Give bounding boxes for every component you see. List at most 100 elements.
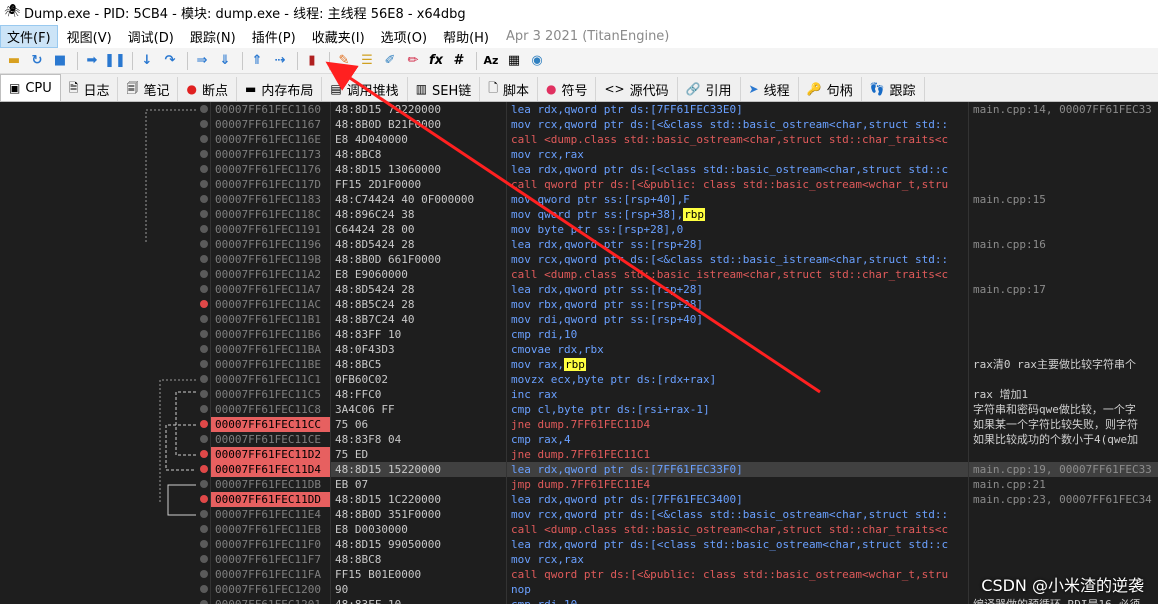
trace-over-icon[interactable]: ⇓: [215, 51, 235, 71]
disassembly-cell[interactable]: mov rax,rbp: [506, 357, 968, 372]
tab-call-stack[interactable]: ▤ 调用堆栈: [322, 77, 408, 101]
tab-seh-chain[interactable]: ▥ SEH链: [407, 77, 481, 101]
log-icon[interactable]: ◉: [527, 51, 547, 71]
address-cell[interactable]: 00007FF61FEC11F0: [210, 537, 330, 552]
calculator-icon[interactable]: ▦: [504, 51, 524, 71]
menu-view[interactable]: 视图(V): [60, 25, 119, 48]
disassembly-cell[interactable]: inc rax: [506, 387, 968, 402]
disassembly-cell[interactable]: jmp dump.7FF61FEC11E4: [506, 477, 968, 492]
comment-cell[interactable]: [968, 147, 1158, 162]
comment-cell[interactable]: [968, 522, 1158, 537]
breakpoint-set-icon[interactable]: [200, 465, 208, 473]
comment-cell[interactable]: main.cpp:17: [968, 282, 1158, 297]
tab-handles[interactable]: 🔑 句柄: [798, 77, 862, 101]
disassembly-cell[interactable]: cmp rax,4: [506, 432, 968, 447]
menu-debug[interactable]: 调试(D): [121, 25, 181, 48]
address-cell[interactable]: 00007FF61FEC1183: [210, 192, 330, 207]
breakpoint-empty-icon[interactable]: [200, 525, 208, 533]
menu-plugins[interactable]: 插件(P): [245, 25, 303, 48]
bytes-cell[interactable]: EB 07: [330, 477, 506, 492]
breakpoint-empty-icon[interactable]: [200, 210, 208, 218]
address-cell[interactable]: 00007FF61FEC11E4: [210, 507, 330, 522]
comment-cell[interactable]: 如果某一个字符比较失败，则字符: [968, 417, 1158, 432]
address-cell[interactable]: 00007FF61FEC11B6: [210, 327, 330, 342]
trace-into-icon[interactable]: ⇒: [192, 51, 212, 71]
breakpoint-empty-icon[interactable]: [200, 405, 208, 413]
disassembly-cell[interactable]: lea rdx,qword ptr ss:[rsp+28]: [506, 237, 968, 252]
disassembly-cell[interactable]: cmp cl,byte ptr ds:[rsi+rax-1]: [506, 402, 968, 417]
comment-cell[interactable]: [968, 162, 1158, 177]
disassembly-cell[interactable]: mov qword ptr ss:[rsp+38],rbp: [506, 207, 968, 222]
bytes-cell[interactable]: 48:8B0D 661F0000: [330, 252, 506, 267]
tab-log[interactable]: 🗎 日志: [60, 77, 119, 101]
breakpoint-set-icon[interactable]: [200, 420, 208, 428]
bytes-cell[interactable]: 75 06: [330, 417, 506, 432]
bytes-cell[interactable]: 48:8B0D B21F0000: [330, 117, 506, 132]
disassembly-cell[interactable]: call <dump.class std::basic_ostream<char…: [506, 522, 968, 537]
breakpoint-empty-icon[interactable]: [200, 180, 208, 188]
bytes-cell[interactable]: 75 ED: [330, 447, 506, 462]
breakpoint-empty-icon[interactable]: [200, 480, 208, 488]
disassembly-cell[interactable]: mov rcx,qword ptr ds:[<&class std::basic…: [506, 117, 968, 132]
address-cell[interactable]: 00007FF61FEC11FA: [210, 567, 330, 582]
comment-cell[interactable]: [968, 252, 1158, 267]
address-cell[interactable]: 00007FF61FEC11C1: [210, 372, 330, 387]
disassembly-cell[interactable]: movzx ecx,byte ptr ds:[rdx+rax]: [506, 372, 968, 387]
address-cell[interactable]: 00007FF61FEC119B: [210, 252, 330, 267]
comment-cell[interactable]: [968, 537, 1158, 552]
comment-cell[interactable]: [968, 507, 1158, 522]
comment-cell[interactable]: [968, 327, 1158, 342]
function-icon[interactable]: fx: [426, 51, 446, 71]
execute-till-return-icon[interactable]: ⇑: [247, 51, 267, 71]
comment-cell[interactable]: [968, 117, 1158, 132]
breakpoint-column[interactable]: [198, 102, 210, 604]
disassembly-cell[interactable]: jne dump.7FF61FEC11C1: [506, 447, 968, 462]
disassembly-cell[interactable]: jne dump.7FF61FEC11D4: [506, 417, 968, 432]
bytes-cell[interactable]: 48:8BC5: [330, 357, 506, 372]
disassembly-cell[interactable]: lea rdx,qword ptr ss:[rsp+28]: [506, 282, 968, 297]
address-cell[interactable]: 00007FF61FEC11D2: [210, 447, 330, 462]
bytes-cell[interactable]: 48:8D5424 28: [330, 237, 506, 252]
run-to-user-code-icon[interactable]: ⇢: [270, 51, 290, 71]
menu-file[interactable]: 文件(F): [0, 24, 58, 48]
open-icon[interactable]: ▬: [4, 51, 24, 71]
comment-cell[interactable]: rax清0 rax主要做比较字符串个: [968, 357, 1158, 372]
breakpoint-empty-icon[interactable]: [200, 600, 208, 604]
breakpoint-empty-icon[interactable]: [200, 540, 208, 548]
bytes-cell[interactable]: E8 D0030000: [330, 522, 506, 537]
menu-trace[interactable]: 跟踪(N): [183, 25, 243, 48]
tab-breakpoints[interactable]: ● 断点: [178, 77, 237, 101]
bytes-cell[interactable]: 48:8B5C24 28: [330, 297, 506, 312]
comment-cell[interactable]: main.cpp:14, 00007FF61FEC33: [968, 102, 1158, 117]
tab-references[interactable]: 🔗 引用: [677, 77, 741, 101]
comment-cell[interactable]: [968, 312, 1158, 327]
tab-source[interactable]: <> 源代码: [596, 77, 678, 101]
breakpoint-empty-icon[interactable]: [200, 315, 208, 323]
disassembly-cell[interactable]: lea rdx,qword ptr ds:[7FF61FEC33E0]: [506, 102, 968, 117]
comment-icon[interactable]: ☰: [357, 51, 377, 71]
comment-cell[interactable]: [968, 207, 1158, 222]
address-cell[interactable]: 00007FF61FEC1167: [210, 117, 330, 132]
address-cell[interactable]: 00007FF61FEC11C5: [210, 387, 330, 402]
menu-help[interactable]: 帮助(H): [436, 25, 496, 48]
bytes-cell[interactable]: E8 E9060000: [330, 267, 506, 282]
bytes-cell[interactable]: 3A4C06 FF: [330, 402, 506, 417]
breakpoint-empty-icon[interactable]: [200, 435, 208, 443]
address-cell[interactable]: 00007FF61FEC116E: [210, 132, 330, 147]
address-cell[interactable]: 00007FF61FEC11A7: [210, 282, 330, 297]
address-cell[interactable]: 00007FF61FEC11B1: [210, 312, 330, 327]
bytes-cell[interactable]: 48:896C24 38: [330, 207, 506, 222]
address-cell[interactable]: 00007FF61FEC1160: [210, 102, 330, 117]
address-cell[interactable]: 00007FF61FEC11BE: [210, 357, 330, 372]
breakpoint-empty-icon[interactable]: [200, 360, 208, 368]
address-cell[interactable]: 00007FF61FEC1200: [210, 582, 330, 597]
address-cell[interactable]: 00007FF61FEC11DB: [210, 477, 330, 492]
address-cell[interactable]: 00007FF61FEC11EB: [210, 522, 330, 537]
address-cell[interactable]: 00007FF61FEC11F7: [210, 552, 330, 567]
disassembly-cell[interactable]: mov rcx,qword ptr ds:[<&class std::basic…: [506, 252, 968, 267]
comment-cell[interactable]: [968, 372, 1158, 387]
disassembly-cell[interactable]: call qword ptr ds:[<&public: class std::…: [506, 177, 968, 192]
disassembly-cell[interactable]: mov rbx,qword ptr ss:[rsp+28]: [506, 297, 968, 312]
breakpoint-empty-icon[interactable]: [200, 285, 208, 293]
comment-cell[interactable]: main.cpp:19, 00007FF61FEC33: [968, 462, 1158, 477]
